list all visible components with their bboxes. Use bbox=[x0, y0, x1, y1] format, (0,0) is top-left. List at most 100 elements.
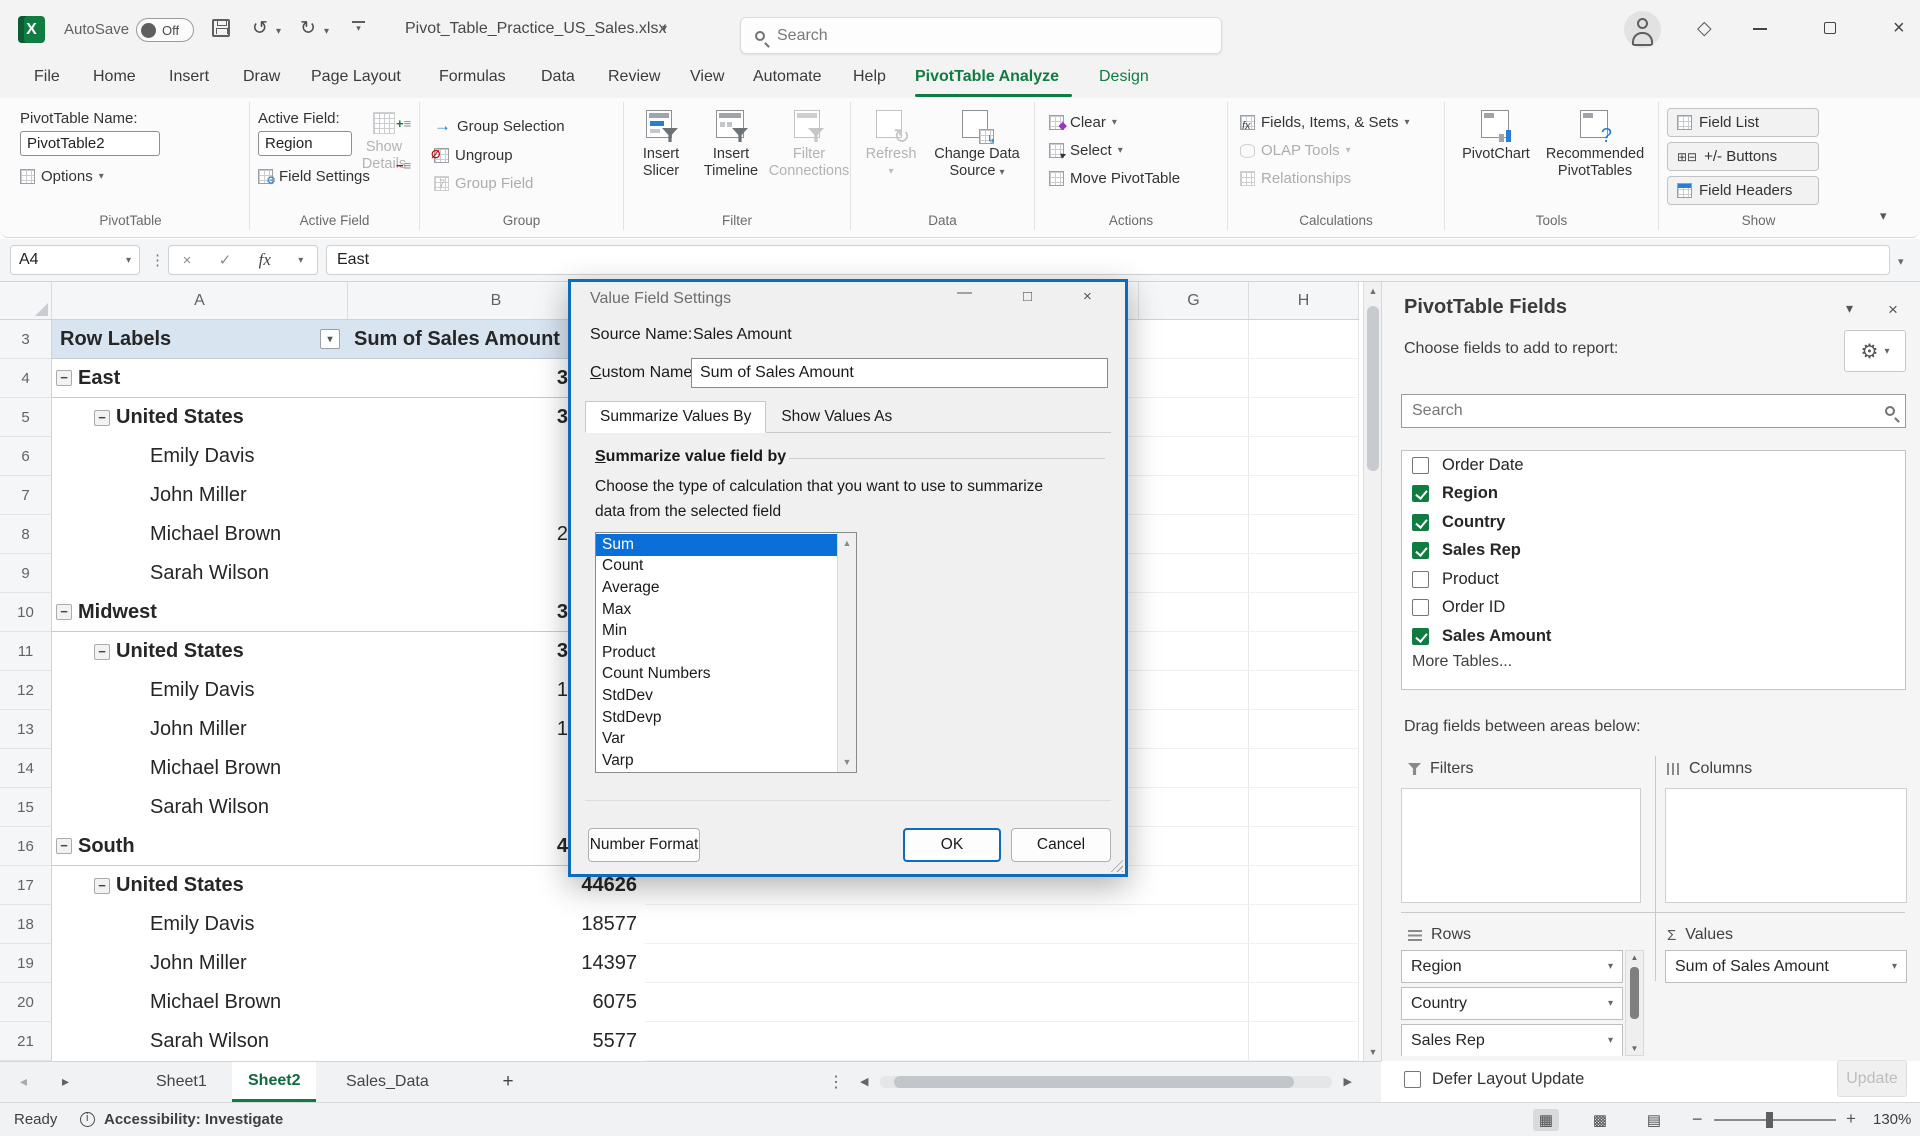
collapse-button[interactable]: − bbox=[94, 878, 110, 894]
row-number[interactable]: 16 bbox=[0, 827, 52, 866]
number-format-button[interactable]: Number Format bbox=[588, 828, 700, 862]
cell-label[interactable]: South bbox=[78, 835, 135, 858]
scroll-up-icon[interactable]: ▲ bbox=[1364, 286, 1382, 296]
cell-label[interactable]: Michael Brown bbox=[150, 757, 281, 780]
more-tables-link[interactable]: More Tables... bbox=[1412, 653, 1512, 671]
checkbox-order-id[interactable] bbox=[1412, 599, 1429, 616]
vertical-scrollbar-thumb[interactable] bbox=[1367, 306, 1379, 471]
ungroup-button[interactable]: ∅ Ungroup bbox=[434, 147, 623, 164]
checkbox-country[interactable] bbox=[1412, 514, 1429, 531]
formula-bar-dots-icon[interactable]: ⋮ bbox=[150, 251, 165, 269]
formula-input[interactable]: East bbox=[326, 245, 1890, 275]
select-all-corner[interactable] bbox=[0, 282, 52, 319]
checkbox-sales-amount[interactable] bbox=[1412, 628, 1429, 645]
recommended-pivottables-button[interactable]: ? Recommended PivotTables bbox=[1541, 110, 1649, 180]
panel-chevron-icon[interactable]: ▾ bbox=[1846, 300, 1853, 317]
avatar[interactable] bbox=[1624, 11, 1661, 48]
group-selection-button[interactable]: → Group Selection bbox=[434, 116, 623, 136]
listbox-option-varp[interactable]: Varp bbox=[596, 750, 837, 772]
undo-chevron-icon[interactable]: ▾ bbox=[276, 26, 281, 37]
rows-scrollbar[interactable]: ▲ ▼ bbox=[1625, 950, 1644, 1056]
rows-field-region[interactable]: Region▾ bbox=[1401, 950, 1623, 983]
cell-value[interactable]: 44626 bbox=[581, 874, 637, 897]
cell-label[interactable]: Michael Brown bbox=[150, 991, 281, 1014]
cell-value[interactable]: 1 bbox=[557, 679, 568, 702]
row-number[interactable]: 21 bbox=[0, 1022, 52, 1061]
rows-scroll-down-icon[interactable]: ▼ bbox=[1626, 1044, 1643, 1053]
zoom-slider-track[interactable] bbox=[1714, 1119, 1836, 1121]
tab-options-dots-icon[interactable]: ⋮ bbox=[828, 1072, 844, 1092]
listbox-option-min[interactable]: Min bbox=[596, 620, 837, 642]
field-item-region[interactable]: Region bbox=[1402, 480, 1905, 509]
row-number[interactable]: 9 bbox=[0, 554, 52, 593]
cell-label[interactable]: Emily Davis bbox=[150, 913, 254, 936]
tab-view[interactable]: View bbox=[690, 68, 724, 86]
row-number[interactable]: 13 bbox=[0, 710, 52, 749]
sheet-tab-sales-data[interactable]: Sales_Data bbox=[330, 1062, 445, 1102]
hscroll-right-icon[interactable]: ▶ bbox=[1344, 1075, 1352, 1088]
normal-view-icon[interactable]: ▦ bbox=[1533, 1109, 1559, 1131]
listbox-scroll-down-icon[interactable]: ▼ bbox=[838, 757, 856, 767]
checkbox-order-date[interactable] bbox=[1412, 457, 1429, 474]
cell-label[interactable]: United States bbox=[116, 874, 244, 897]
confirm-entry-icon[interactable]: ✓ bbox=[219, 251, 232, 269]
sheet-nav-left-icon[interactable]: ◂ bbox=[20, 1073, 27, 1090]
page-layout-view-icon[interactable]: ▩ bbox=[1587, 1109, 1613, 1131]
fields-items-sets-button[interactable]: fx Fields, Items, & Sets ▾ bbox=[1240, 114, 1444, 131]
tab-data[interactable]: Data bbox=[541, 68, 575, 86]
quick-access-customize-icon[interactable]: ▾ bbox=[352, 21, 365, 34]
row-number[interactable]: 11 bbox=[0, 632, 52, 671]
listbox-option-stddev[interactable]: StdDev bbox=[596, 685, 837, 707]
field-item-sales-rep[interactable]: Sales Rep bbox=[1402, 537, 1905, 566]
zoom-slider-thumb[interactable] bbox=[1766, 1112, 1773, 1128]
formula-bar-expand-icon[interactable]: ▾ bbox=[1898, 255, 1904, 268]
cell-label[interactable]: John Miller bbox=[150, 718, 247, 741]
filters-dropzone[interactable] bbox=[1401, 788, 1641, 903]
collapse-button[interactable]: − bbox=[56, 604, 72, 620]
cell-label[interactable]: East bbox=[78, 367, 120, 390]
group-field-button[interactable]: 7 Group Field bbox=[434, 175, 623, 192]
listbox-option-count[interactable]: Count bbox=[596, 556, 837, 578]
ok-button[interactable]: OK bbox=[903, 828, 1001, 862]
move-pivottable-button[interactable]: Move PivotTable bbox=[1049, 170, 1227, 187]
tab-draw[interactable]: Draw bbox=[243, 68, 280, 86]
checkbox-sales-rep[interactable] bbox=[1412, 542, 1429, 559]
hscroll-thumb[interactable] bbox=[894, 1076, 1294, 1088]
row-number[interactable]: 18 bbox=[0, 905, 52, 944]
row-number[interactable]: 3 bbox=[0, 320, 52, 359]
tab-pivottable-analyze[interactable]: PivotTable Analyze bbox=[915, 68, 1059, 86]
cancel-button[interactable]: Cancel bbox=[1011, 828, 1111, 862]
column-header-h[interactable]: H bbox=[1249, 282, 1359, 319]
cell-label[interactable]: Emily Davis bbox=[150, 679, 254, 702]
row-number[interactable]: 8 bbox=[0, 515, 52, 554]
listbox-option-stddevp[interactable]: StdDevp bbox=[596, 707, 837, 729]
expand-field-icon[interactable]: +≡ bbox=[396, 116, 411, 131]
tab-show-values-as[interactable]: Show Values As bbox=[766, 401, 907, 433]
filter-connections-button[interactable]: Filter Connections bbox=[770, 110, 848, 180]
defer-checkbox[interactable] bbox=[1404, 1071, 1421, 1088]
insert-function-icon[interactable]: fx bbox=[259, 250, 271, 270]
rows-field-sales-rep[interactable]: Sales Rep▾ bbox=[1401, 1024, 1623, 1056]
row-number[interactable]: 19 bbox=[0, 944, 52, 983]
redo-button[interactable]: ↻ bbox=[300, 17, 316, 40]
collapse-button[interactable]: − bbox=[94, 410, 110, 426]
checkbox-region[interactable] bbox=[1412, 485, 1429, 502]
listbox-option-sum[interactable]: Sum bbox=[596, 534, 837, 556]
olap-tools-button[interactable]: OLAP Tools ▾ bbox=[1240, 142, 1444, 159]
cell-value[interactable]: 18577 bbox=[581, 913, 637, 936]
options-button[interactable]: Options ▾ bbox=[20, 168, 249, 185]
cell-value[interactable]: 4 bbox=[557, 835, 568, 858]
new-sheet-button[interactable]: + bbox=[496, 1070, 520, 1094]
field-headers-toggle[interactable]: Field Headers bbox=[1667, 176, 1819, 205]
tab-insert[interactable]: Insert bbox=[169, 68, 209, 86]
page-break-view-icon[interactable]: ▤ bbox=[1641, 1109, 1667, 1131]
gem-icon[interactable]: ◇ bbox=[1697, 17, 1712, 40]
tools-gear-button[interactable]: ⚙ ▾ bbox=[1844, 330, 1906, 372]
hscroll-left-icon[interactable]: ◀ bbox=[860, 1075, 868, 1088]
undo-button[interactable]: ↺ bbox=[252, 17, 268, 40]
cell-label[interactable]: Michael Brown bbox=[150, 523, 281, 546]
close-button[interactable]: × bbox=[1893, 17, 1905, 40]
document-title[interactable]: Pivot_Table_Practice_US_Sales.xlsx bbox=[405, 20, 666, 38]
listbox-scrollbar[interactable]: ▲ ▼ bbox=[837, 533, 856, 772]
search-input[interactable] bbox=[777, 27, 1077, 45]
